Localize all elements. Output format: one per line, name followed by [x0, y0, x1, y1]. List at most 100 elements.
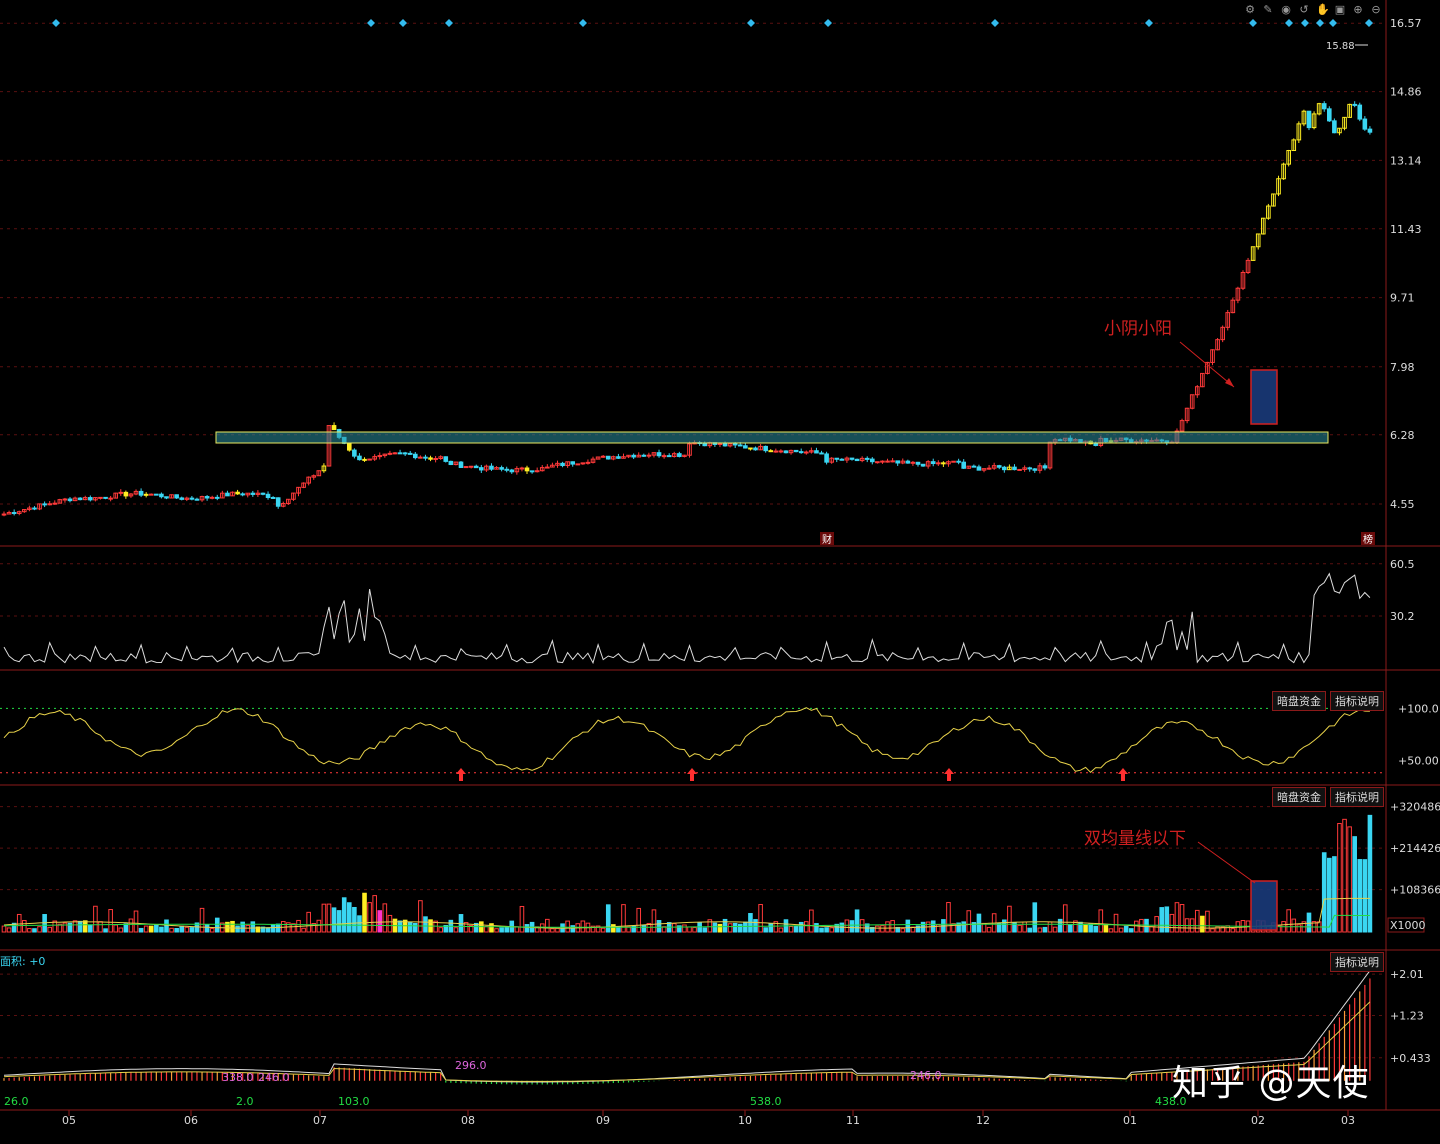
volume-bar [743, 921, 748, 933]
eye-icon[interactable]: ◉ [1280, 4, 1292, 16]
zoom-out-icon[interactable]: ⊖ [1370, 4, 1382, 16]
candle-body [214, 496, 220, 499]
volume-bar [803, 921, 809, 933]
volume-bar [204, 924, 210, 933]
volume-bar [407, 921, 413, 933]
volume-bar [1103, 923, 1109, 933]
volume-indicator-button[interactable]: 暗盘资金 [1272, 787, 1326, 807]
layout-icon[interactable]: ▣ [1334, 4, 1346, 16]
volume-bar [519, 905, 525, 933]
volume-bar [570, 925, 576, 933]
candle-body [656, 452, 662, 457]
candle-body [1093, 443, 1099, 446]
candle-body [357, 455, 362, 461]
candle-body [880, 460, 885, 463]
pencil-icon[interactable]: ✎ [1262, 4, 1274, 16]
volume-bar [27, 928, 32, 933]
volume-bar [270, 924, 276, 933]
candle-body [677, 453, 682, 457]
volume-bar [1007, 905, 1012, 933]
volume-bar [484, 926, 489, 933]
chart-canvas[interactable]: 16.57 14.86 13.14 11.43 9.71 7.98 6.28 4.55 15.8… [0, 0, 1440, 1140]
price-axis-tick: 13.14 [1390, 154, 1422, 167]
volume-bar [611, 924, 616, 933]
candle-body [407, 452, 413, 455]
volume-bar [372, 895, 377, 933]
candle-body [209, 496, 215, 499]
annotation-arrowhead [1225, 378, 1234, 387]
x-axis-month: 09 [596, 1114, 610, 1127]
volume-bar [671, 923, 677, 933]
volume-bar [82, 920, 88, 933]
candle-body [956, 460, 961, 463]
vol-axis-tick: +214426 [1390, 842, 1440, 855]
volume-bar [108, 909, 113, 933]
highlight-box [1250, 369, 1278, 425]
volume-bar [1032, 902, 1038, 933]
zoom-in-icon[interactable]: ⊕ [1352, 4, 1364, 16]
volume-bar [331, 907, 337, 933]
candle-body [941, 462, 946, 465]
candle-body [717, 443, 723, 446]
volume-bar [316, 919, 322, 933]
money-indicator-button[interactable]: 暗盘资金 [1272, 691, 1326, 711]
vol-unit: X1000 [1390, 919, 1426, 932]
volume-bar [184, 926, 190, 933]
volume-bar [346, 902, 352, 933]
candle-body [631, 454, 636, 458]
price-axis-tick: 14.86 [1390, 86, 1422, 99]
volume-bar [6, 927, 12, 933]
volume-bar [1128, 928, 1134, 933]
volume-bar [1362, 859, 1368, 933]
volume-bar [1200, 915, 1205, 933]
candle-body [930, 461, 936, 465]
signal-diamond [445, 19, 453, 27]
candle-body [890, 460, 895, 463]
candle-body [77, 497, 83, 501]
candle-body [1012, 466, 1017, 471]
candle-body [834, 457, 840, 460]
settings-icon[interactable]: ⚙ [1244, 4, 1256, 16]
candle-body [976, 466, 982, 471]
volume-bar [1118, 927, 1124, 933]
candle-body [864, 457, 870, 460]
volume-bar [123, 923, 129, 933]
volume-bar [1057, 918, 1063, 933]
volume-bar [1027, 927, 1033, 933]
x-axis-month: 02 [1251, 1114, 1265, 1127]
volume-bar [164, 919, 169, 933]
stock-chart-window[interactable]: 16.57 14.86 13.14 11.43 9.71 7.98 6.28 4.55 15.8… [0, 0, 1440, 1140]
candle-body [870, 458, 875, 463]
price-axis-tick: 6.28 [1390, 429, 1415, 442]
volume-bar [301, 927, 306, 933]
candle-body [143, 493, 149, 496]
volume-bar [98, 921, 103, 933]
undo-icon[interactable]: ↺ [1298, 4, 1310, 16]
candle-body [819, 452, 824, 455]
candle-body [854, 458, 860, 462]
candle-body [783, 450, 789, 454]
volume-bar [504, 926, 509, 933]
candle-body [189, 497, 195, 500]
area-help-button[interactable]: 指标说明 [1330, 952, 1384, 972]
volume-bar [1113, 913, 1119, 933]
volume-bar [32, 928, 37, 933]
candle-body [468, 465, 474, 468]
osc-line [3, 572, 1371, 665]
candle-body [1327, 108, 1332, 122]
candle-body [423, 456, 428, 459]
candle-body [600, 455, 606, 458]
area-axis-tick: +1.23 [1390, 1009, 1424, 1022]
candle-body [397, 452, 403, 455]
hand-icon[interactable]: ✋ [1316, 4, 1330, 16]
money-axis-tick: +50.00 [1398, 754, 1439, 767]
candle-body [362, 458, 367, 461]
money-help-button[interactable]: 指标说明 [1330, 691, 1384, 711]
consolidation-band [215, 431, 1329, 444]
candle-body [174, 494, 179, 499]
candle-body [905, 460, 911, 464]
volume-bar [1037, 927, 1043, 933]
volume-help-button[interactable]: 指标说明 [1330, 787, 1384, 807]
volume-bar [712, 922, 718, 933]
candle-body [473, 465, 479, 469]
